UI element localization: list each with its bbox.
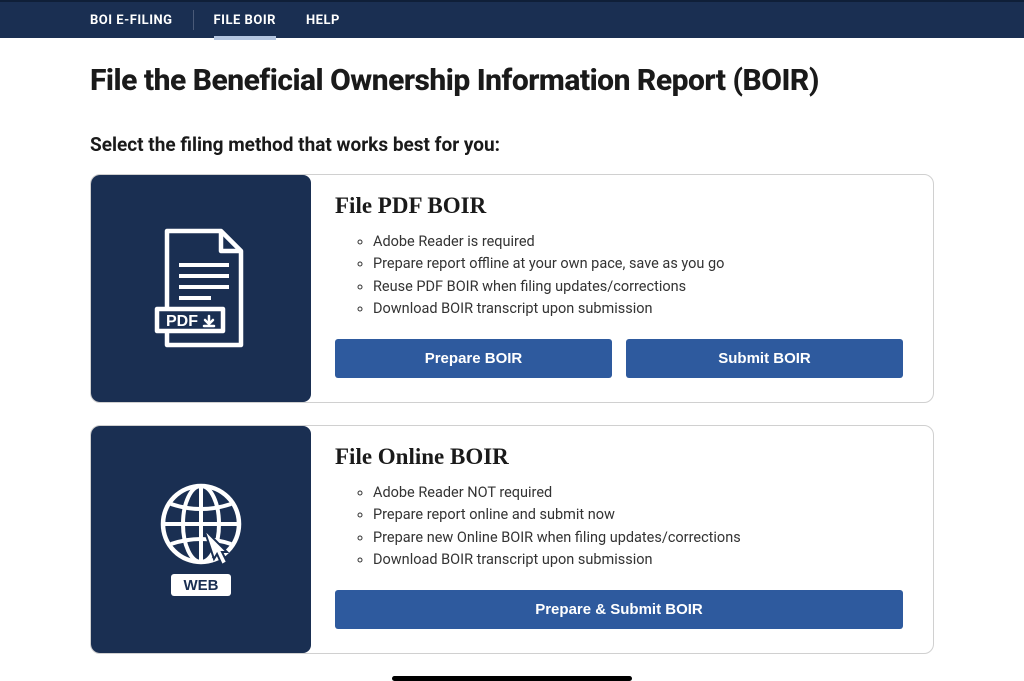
list-item: Reuse PDF BOIR when filing updates/corre… (373, 276, 903, 298)
list-item: Adobe Reader NOT required (373, 482, 903, 504)
web-globe-icon: WEB (149, 474, 254, 604)
nav-file-boir[interactable]: FILE BOIR (214, 2, 276, 39)
nav-help[interactable]: HELP (306, 2, 340, 39)
web-card-title: File Online BOIR (335, 444, 903, 470)
prepare-boir-button[interactable]: Prepare BOIR (335, 339, 612, 378)
web-icon-pane: WEB (91, 426, 311, 653)
brand-logo[interactable]: BOI E-FILING (90, 13, 173, 28)
pdf-card-title: File PDF BOIR (335, 193, 903, 219)
pdf-content: File PDF BOIR Adobe Reader is required P… (311, 175, 933, 402)
pdf-document-icon: PDF (149, 223, 254, 353)
page-title: File the Beneficial Ownership Informatio… (90, 63, 934, 98)
list-item: Prepare report offline at your own pace,… (373, 253, 903, 275)
home-indicator (392, 676, 632, 681)
card-pdf-boir: PDF File PDF BOIR Adobe Reader is requir… (90, 174, 934, 403)
web-button-row: Prepare & Submit BOIR (335, 590, 903, 629)
submit-boir-button[interactable]: Submit BOIR (626, 339, 903, 378)
web-bullets: Adobe Reader NOT required Prepare report… (335, 482, 903, 572)
main-container: File the Beneficial Ownership Informatio… (0, 38, 1024, 681)
svg-text:WEB: WEB (183, 577, 218, 594)
pdf-icon-pane: PDF (91, 175, 311, 402)
list-item: Prepare new Online BOIR when filing upda… (373, 527, 903, 549)
svg-text:PDF: PDF (166, 313, 198, 330)
topbar: BOI E-FILING FILE BOIR HELP (0, 0, 1024, 38)
web-content: File Online BOIR Adobe Reader NOT requir… (311, 426, 933, 653)
divider (193, 10, 194, 30)
list-item: Prepare report online and submit now (373, 504, 903, 526)
card-online-boir: WEB File Online BOIR Adobe Reader NOT re… (90, 425, 934, 654)
pdf-bullets: Adobe Reader is required Prepare report … (335, 231, 903, 321)
list-item: Download BOIR transcript upon submission (373, 298, 903, 320)
pdf-button-row: Prepare BOIR Submit BOIR (335, 339, 903, 378)
list-item: Download BOIR transcript upon submission (373, 549, 903, 571)
prepare-submit-boir-button[interactable]: Prepare & Submit BOIR (335, 590, 903, 629)
page-subtitle: Select the filing method that works best… (90, 133, 934, 156)
list-item: Adobe Reader is required (373, 231, 903, 253)
